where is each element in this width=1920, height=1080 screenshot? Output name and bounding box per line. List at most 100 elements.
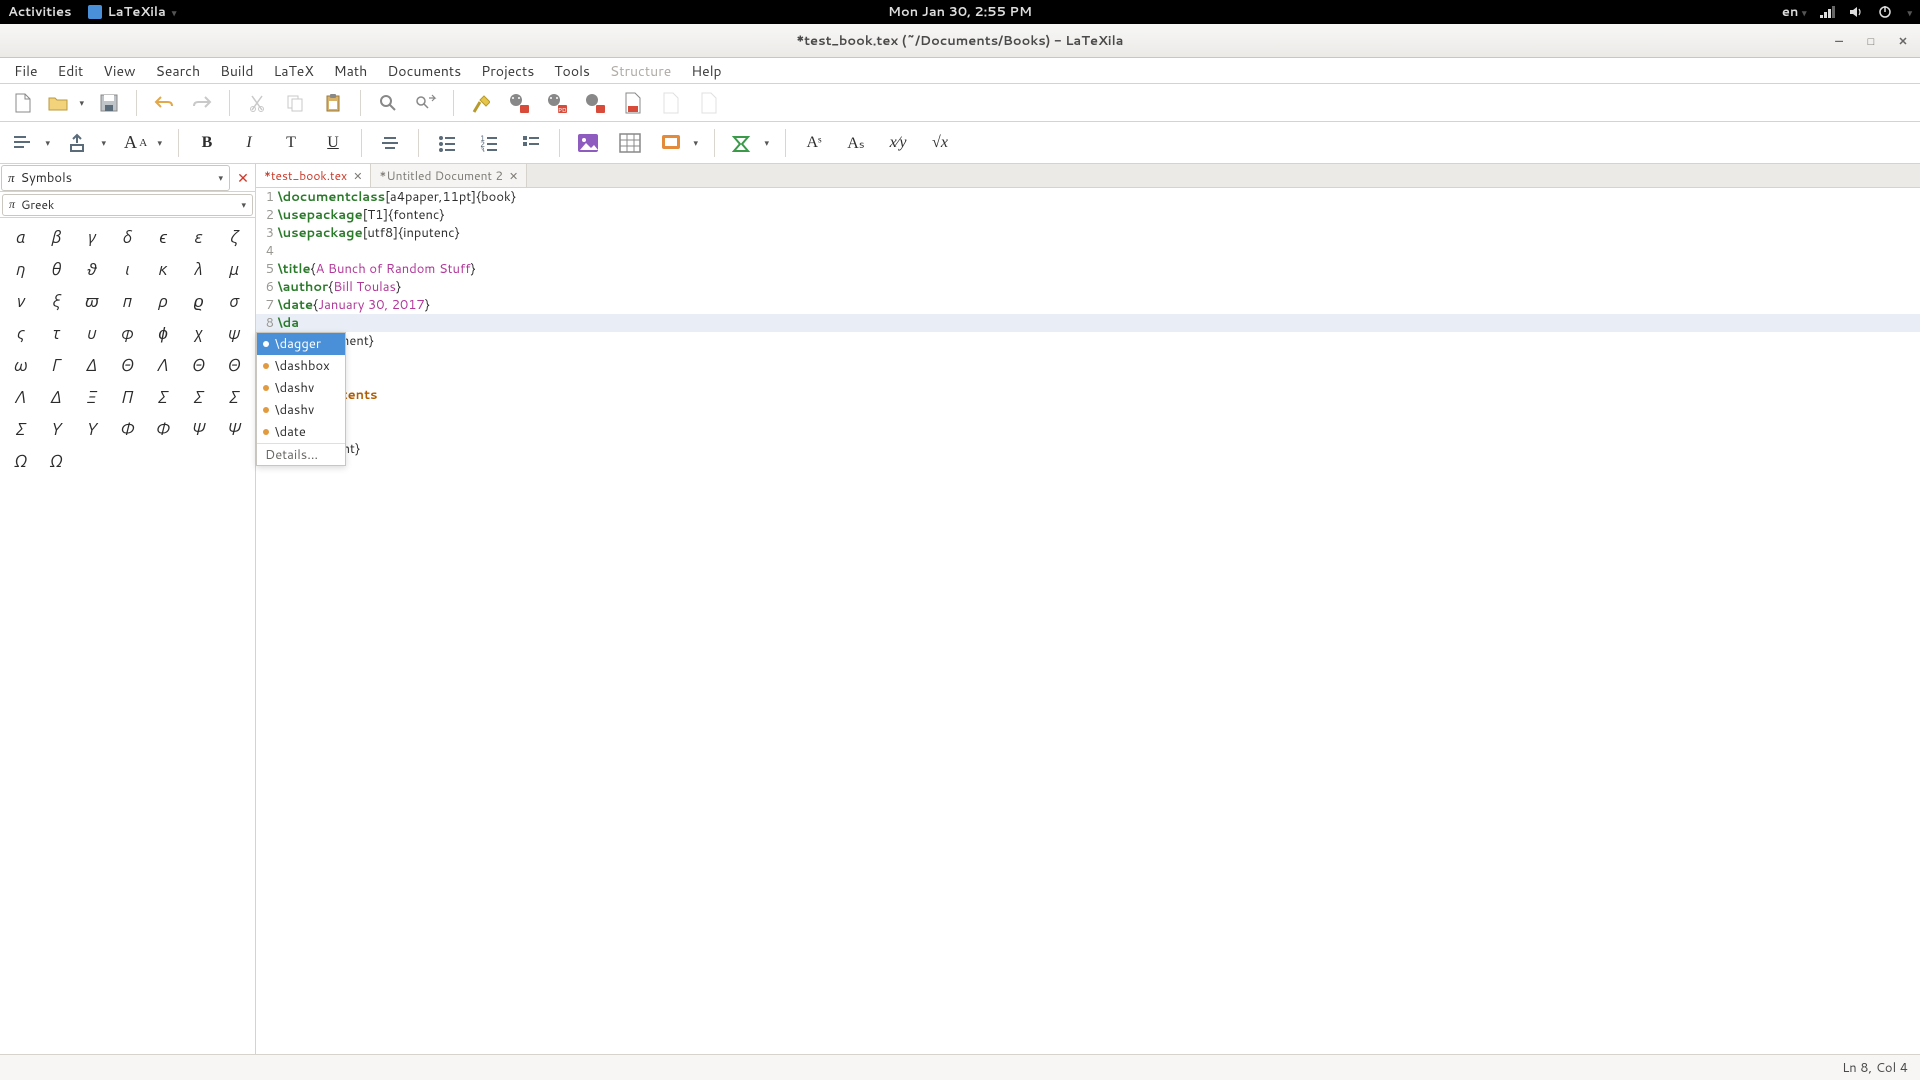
paste-button[interactable]	[316, 88, 350, 118]
tab-close-button[interactable]: ✕	[353, 168, 362, 184]
symbol-cell[interactable]: φ	[111, 318, 145, 348]
build-dvi-pdf-button[interactable]	[578, 88, 612, 118]
symbol-cell[interactable]: ς	[4, 318, 38, 348]
menu-documents[interactable]: Documents	[377, 58, 471, 83]
references-menu[interactable]: ▾	[62, 127, 112, 159]
symbol-cell[interactable]: κ	[146, 254, 180, 284]
menu-build[interactable]: Build	[210, 58, 263, 83]
frac-button[interactable]: x⁄y	[880, 127, 916, 159]
symbol-category-selector[interactable]: π Greek ▾	[2, 194, 253, 216]
symbol-cell[interactable]: ρ	[146, 286, 180, 316]
autocomplete-item[interactable]: \dashv	[257, 377, 345, 399]
menu-latex[interactable]: LaTeX	[263, 58, 323, 83]
symbol-cell[interactable]: ψ	[217, 318, 251, 348]
document-tab[interactable]: *test_book.tex✕	[256, 164, 371, 187]
superscript-button[interactable]: Aˢ	[796, 127, 832, 159]
symbol-cell[interactable]: Θ	[111, 350, 145, 380]
source-editor[interactable]: 123456789101112131415 \documentclass[a4p…	[256, 188, 1920, 1054]
menu-edit[interactable]: Edit	[48, 58, 94, 83]
view-ps-button[interactable]	[692, 88, 726, 118]
new-file-button[interactable]	[6, 88, 40, 118]
bold-button[interactable]: B	[189, 127, 225, 159]
build-pdflatex-button[interactable]	[502, 88, 536, 118]
symbol-cell[interactable]: ν	[4, 286, 38, 316]
save-button[interactable]	[92, 88, 126, 118]
symbol-cell[interactable]: ξ	[40, 286, 74, 316]
symbol-cell[interactable]: λ	[182, 254, 216, 284]
symbol-cell[interactable]: χ	[182, 318, 216, 348]
underline-button[interactable]: U	[315, 127, 351, 159]
autocomplete-details[interactable]: Details…	[257, 443, 345, 465]
window-maximize-button[interactable]: □	[1860, 30, 1882, 52]
sqrt-button[interactable]: √x	[922, 127, 958, 159]
symbol-cell[interactable]: σ	[217, 286, 251, 316]
cut-button[interactable]	[240, 88, 274, 118]
find-button[interactable]	[371, 88, 405, 118]
window-close-button[interactable]: ✕	[1892, 30, 1914, 52]
symbol-cell[interactable]: Θ	[217, 350, 251, 380]
symbol-cell[interactable]: ϵ	[146, 222, 180, 252]
symbol-cell[interactable]: Λ	[146, 350, 180, 380]
symbol-cell[interactable]: Ω	[4, 446, 38, 476]
build-clean-button[interactable]	[464, 88, 498, 118]
symbol-cell[interactable]: η	[4, 254, 38, 284]
autocomplete-item[interactable]: \date	[257, 421, 345, 443]
presentation-menu[interactable]: ▾	[654, 127, 704, 159]
symbol-cell[interactable]: Γ	[40, 350, 74, 380]
build-latex-pdf-button[interactable]: PDF	[540, 88, 574, 118]
symbol-cell[interactable]: Θ	[182, 350, 216, 380]
symbol-cell[interactable]: Π	[111, 382, 145, 412]
symbol-cell[interactable]: Δ	[75, 350, 109, 380]
symbol-cell[interactable]: Σ	[4, 414, 38, 444]
figure-button[interactable]	[570, 127, 606, 159]
symbol-cell[interactable]: ζ	[217, 222, 251, 252]
menu-file[interactable]: File	[4, 58, 48, 83]
table-button[interactable]	[612, 127, 648, 159]
enumerate-button[interactable]: 123	[471, 127, 507, 159]
itemize-button[interactable]	[429, 127, 465, 159]
menu-tools[interactable]: Tools	[544, 58, 600, 83]
side-panel-close-button[interactable]: ✕	[231, 168, 255, 188]
symbol-cell[interactable]: τ	[40, 318, 74, 348]
network-icon[interactable]	[1820, 5, 1835, 19]
menu-help[interactable]: Help	[681, 58, 731, 83]
symbol-cell[interactable]: υ	[75, 318, 109, 348]
symbol-cell[interactable]: Ψ	[182, 414, 216, 444]
symbol-cell[interactable]: Σ	[217, 382, 251, 412]
side-panel-selector[interactable]: π Symbols ▾	[1, 165, 230, 191]
power-icon[interactable]	[1878, 5, 1893, 19]
sectioning-menu[interactable]: ▾	[6, 127, 56, 159]
symbol-cell[interactable]: ω	[4, 350, 38, 380]
symbol-cell[interactable]: Υ	[75, 414, 109, 444]
symbol-cell[interactable]: Σ	[182, 382, 216, 412]
view-dvi-button[interactable]	[654, 88, 688, 118]
activities-button[interactable]: Activities	[8, 3, 72, 21]
autocomplete-item[interactable]: \dashv	[257, 399, 345, 421]
symbol-cell[interactable]: ϑ	[75, 254, 109, 284]
symbol-cell[interactable]: β	[40, 222, 74, 252]
document-tab[interactable]: *Untitled Document 2✕	[371, 164, 527, 187]
symbol-cell[interactable]: ι	[111, 254, 145, 284]
system-menu-chevron-icon[interactable]: ▾	[1907, 6, 1912, 19]
symbol-cell[interactable]: Σ	[146, 382, 180, 412]
typewriter-button[interactable]: T	[273, 127, 309, 159]
description-button[interactable]	[513, 127, 549, 159]
window-minimize-button[interactable]: —	[1828, 30, 1850, 52]
center-env-button[interactable]	[372, 127, 408, 159]
symbol-cell[interactable]: ϖ	[75, 286, 109, 316]
open-file-button[interactable]: ▾	[44, 88, 88, 118]
symbol-cell[interactable]: Φ	[111, 414, 145, 444]
autocomplete-item[interactable]: \dagger	[257, 333, 345, 355]
symbol-cell[interactable]: Φ	[146, 414, 180, 444]
menu-search[interactable]: Search	[146, 58, 211, 83]
menu-math[interactable]: Math	[324, 58, 378, 83]
undo-button[interactable]	[147, 88, 181, 118]
symbol-cell[interactable]: π	[111, 286, 145, 316]
symbol-cell[interactable]: Ω	[40, 446, 74, 476]
tab-close-button[interactable]: ✕	[509, 168, 518, 184]
find-replace-button[interactable]	[409, 88, 443, 118]
math-menu[interactable]: ▾	[725, 127, 775, 159]
symbol-cell[interactable]: Δ	[40, 382, 74, 412]
symbol-cell[interactable]: ε	[182, 222, 216, 252]
copy-button[interactable]	[278, 88, 312, 118]
